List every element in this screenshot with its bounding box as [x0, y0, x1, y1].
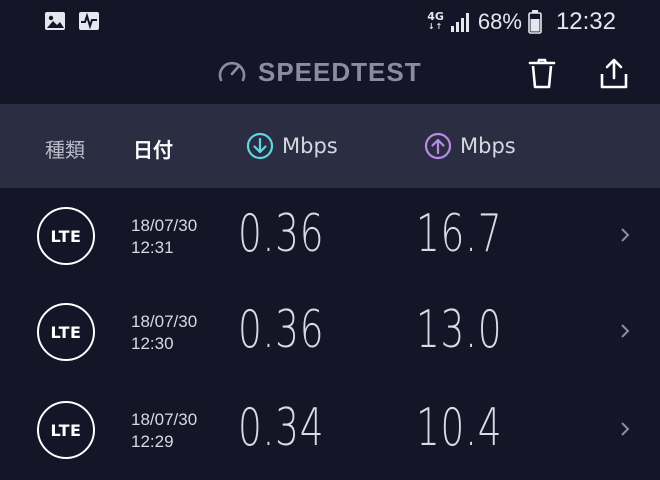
- upload-unit-label: Mbps: [460, 134, 516, 158]
- status-indicators: 4G ↓↑ 68% 12:32: [427, 6, 616, 38]
- battery-percentage: 68%: [477, 9, 522, 34]
- download-speed: 0.36: [238, 204, 325, 264]
- share-icon: [600, 58, 628, 89]
- data-arrows-icon: ↓↑: [427, 22, 444, 31]
- image-icon: [45, 12, 65, 30]
- upload-speed: 10.4: [416, 398, 503, 458]
- app-title: SPEEDTEST: [258, 56, 422, 87]
- result-time: 12:31: [131, 238, 174, 257]
- upload-icon: [424, 132, 452, 160]
- upload-speed: 16.7: [416, 204, 503, 264]
- result-date: 18/07/30: [131, 410, 198, 429]
- status-bar: 4G ↓↑ 68% 12:32: [0, 0, 660, 44]
- app-bar: SPEEDTEST: [0, 44, 660, 104]
- column-header-type[interactable]: 種類: [45, 134, 85, 163]
- download-unit-label: Mbps: [282, 134, 338, 158]
- column-header-date[interactable]: 日付: [133, 134, 173, 163]
- result-date: 18/07/30: [131, 216, 198, 235]
- results-list: LTE 18/07/30 12:31 0.36 16.7 LTE 18/07/3…: [0, 188, 660, 480]
- chevron-right-icon: [621, 228, 630, 242]
- result-row[interactable]: LTE 18/07/30 12:29 0.34 10.4: [0, 382, 660, 480]
- share-button[interactable]: [596, 56, 632, 92]
- result-datetime: 18/07/30 12:29: [131, 409, 197, 453]
- activity-icon: [79, 12, 99, 30]
- result-datetime: 18/07/30 12:31: [131, 215, 197, 259]
- chevron-right-icon: [621, 324, 630, 338]
- download-icon: [246, 132, 274, 160]
- connection-type-badge: LTE: [37, 207, 95, 265]
- signal-icon: [450, 13, 469, 32]
- column-header-download[interactable]: Mbps: [246, 132, 338, 160]
- speedometer-icon: [218, 61, 246, 82]
- connection-type-badge: LTE: [37, 303, 95, 361]
- upload-speed: 13.0: [416, 300, 503, 360]
- result-time: 12:29: [131, 432, 174, 451]
- download-speed: 0.34: [238, 398, 325, 458]
- result-row[interactable]: LTE 18/07/30 12:31 0.36 16.7: [0, 188, 660, 286]
- network-type-label: 4G: [427, 10, 444, 23]
- results-table-header: 種類 日付 Mbps Mbps: [0, 104, 660, 188]
- delete-button[interactable]: [524, 56, 560, 92]
- clock: 12:32: [555, 8, 616, 35]
- battery-icon: [528, 10, 542, 34]
- chevron-right-icon: [621, 422, 630, 436]
- column-header-upload[interactable]: Mbps: [424, 132, 516, 160]
- app-logo: SPEEDTEST: [216, 56, 422, 88]
- result-datetime: 18/07/30 12:30: [131, 311, 197, 355]
- connection-type-badge: LTE: [37, 401, 95, 459]
- network-type: 4G ↓↑: [427, 10, 444, 32]
- result-date: 18/07/30: [131, 312, 198, 331]
- result-time: 12:30: [131, 334, 174, 353]
- result-row[interactable]: LTE 18/07/30 12:30 0.36 13.0: [0, 284, 660, 382]
- trash-icon: [528, 58, 556, 89]
- speedtest-results-screen: 4G ↓↑ 68% 12:32 SPEEDTEST 種類 日付 Mbps Mbp…: [0, 0, 660, 480]
- download-speed: 0.36: [238, 300, 325, 360]
